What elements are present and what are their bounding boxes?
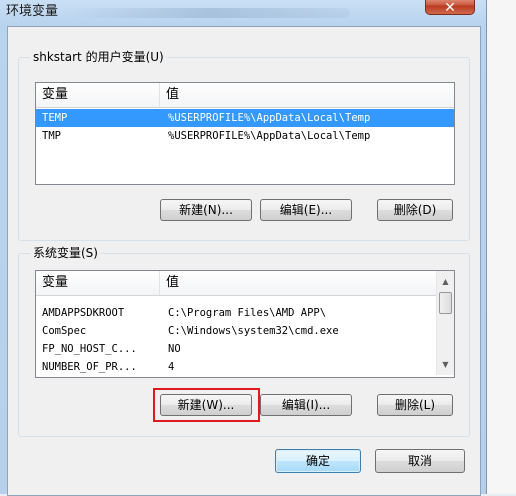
var-name: TEMP	[42, 112, 68, 124]
var-name: AMDAPPSDKROOT	[42, 307, 125, 319]
scroll-up-icon[interactable]: ▲	[437, 273, 454, 290]
system-var-row[interactable]: FP_NO_HOST_C... NO	[36, 340, 436, 358]
user-col-value-header[interactable]: 值	[160, 83, 450, 107]
system-var-row[interactable]: ComSpec C:\Windows\system32\cmd.exe	[36, 322, 436, 340]
close-button[interactable]: ✕	[425, 0, 475, 16]
system-delete-button[interactable]: 删除(L)	[377, 394, 453, 416]
window-title: 环境变量	[6, 4, 59, 19]
user-new-button[interactable]: 新建(N)...	[160, 199, 252, 221]
var-name: NUMBER_OF_PR...	[42, 361, 137, 373]
var-value: %USERPROFILE%\AppData\Local\Temp	[168, 130, 371, 142]
system-col-value-header[interactable]: 值	[160, 271, 430, 295]
user-edit-button[interactable]: 编辑(E)...	[260, 199, 352, 221]
blurred-title-region	[70, 8, 350, 18]
scroll-thumb[interactable]	[439, 292, 452, 314]
var-value: C:\Windows\system32\cmd.exe	[168, 325, 339, 337]
highlight-box	[153, 388, 260, 422]
user-var-row-temp[interactable]: TEMP %USERPROFILE%\AppData\Local\Temp	[36, 109, 454, 127]
system-var-row[interactable]: NUMBER_OF_PR... 4	[36, 358, 436, 376]
desktop-background	[486, 0, 516, 494]
var-value: NO	[168, 343, 181, 355]
var-value: %USERPROFILE%\AppData\Local\Temp	[168, 112, 371, 124]
user-variables-label: shkstart 的用户变量(U)	[30, 48, 167, 65]
scroll-down-icon[interactable]: ▼	[437, 356, 454, 373]
user-col-name-header[interactable]: 变量	[36, 83, 160, 107]
dialog-client-area: shkstart 的用户变量(U) 变量 值 TEMP %USERPROFILE…	[7, 26, 481, 496]
var-value: 4	[168, 361, 175, 373]
ok-button[interactable]: 确定	[275, 449, 361, 473]
var-name: TMP	[42, 130, 61, 142]
var-name: FP_NO_HOST_C...	[42, 343, 137, 355]
close-icon: ✕	[444, 0, 456, 16]
user-variables-list[interactable]: 变量 值 TEMP %USERPROFILE%\AppData\Local\Te…	[35, 82, 455, 185]
system-variables-label: 系统变量(S)	[30, 244, 101, 261]
system-col-name-header[interactable]: 变量	[36, 271, 160, 295]
user-list-header: 变量 值	[36, 83, 454, 108]
var-value: C:\Program Files\AMD APP\	[168, 307, 327, 319]
system-list-header: 变量 值	[36, 271, 436, 296]
title-bar[interactable]: 环境变量 ✕	[0, 0, 486, 26]
system-var-row[interactable]: AMDAPPSDKROOT C:\Program Files\AMD APP\	[36, 304, 436, 322]
var-name: ComSpec	[42, 325, 87, 337]
user-delete-button[interactable]: 删除(D)	[377, 199, 453, 221]
cancel-button[interactable]: 取消	[375, 449, 465, 473]
environment-variables-window: 环境变量 ✕ shkstart 的用户变量(U) 变量 值 TEMP %USER…	[0, 0, 487, 496]
user-var-row-tmp[interactable]: TMP %USERPROFILE%\AppData\Local\Temp	[36, 127, 454, 145]
system-edit-button[interactable]: 编辑(I)...	[260, 394, 352, 416]
system-variables-list[interactable]: 变量 值 AMDAPPSDKROOT C:\Program Files\AMD …	[35, 270, 455, 378]
system-list-scrollbar[interactable]: ▲ ▼	[436, 271, 454, 375]
